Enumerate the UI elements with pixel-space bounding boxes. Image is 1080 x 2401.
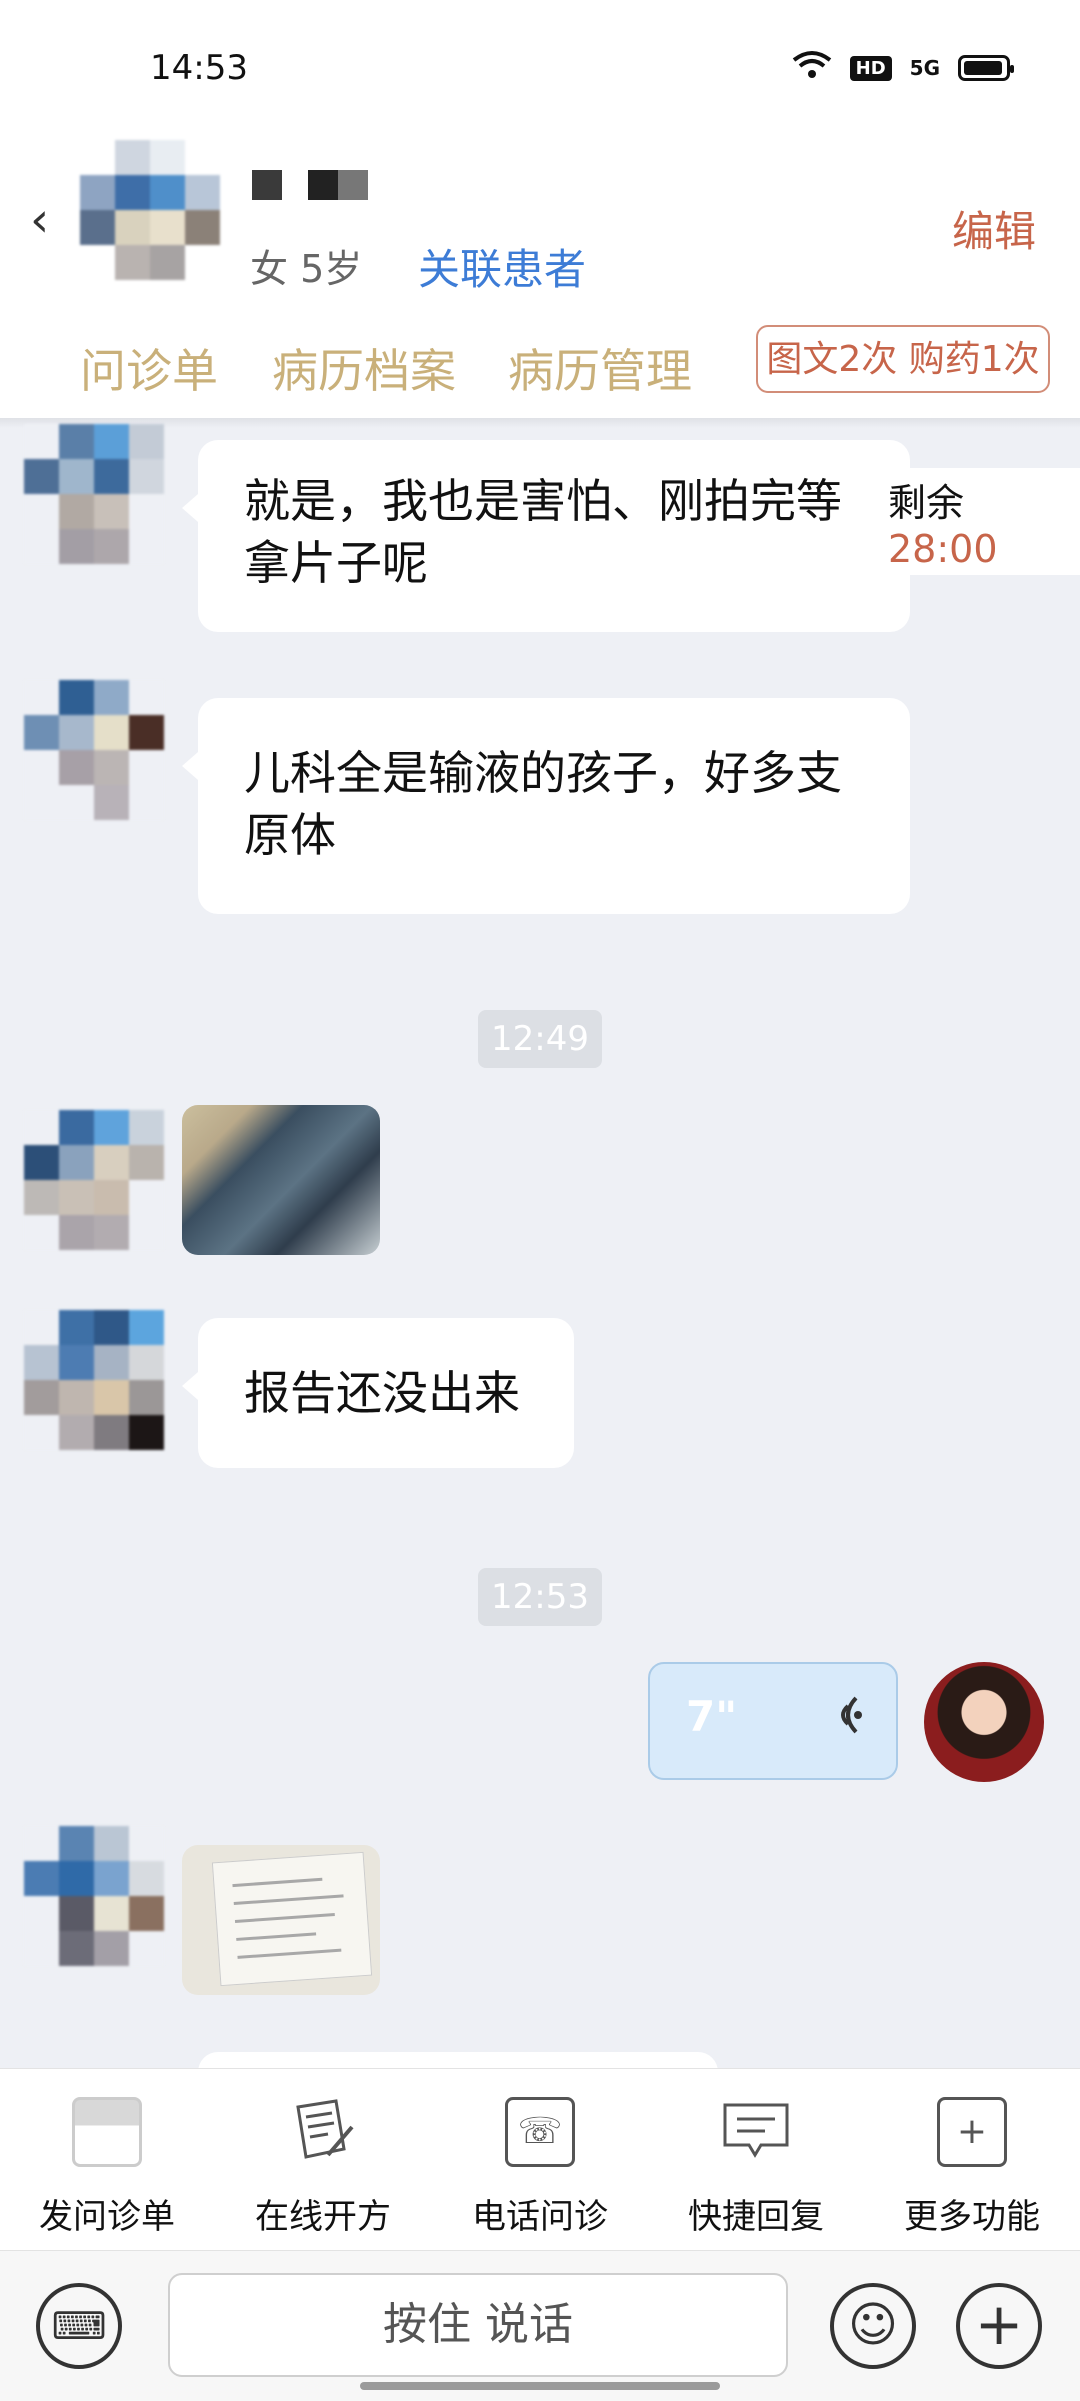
tool-label: 电话问诊 [472,2197,608,2237]
signal-5g-icon: 5G [909,56,940,80]
voice-duration: 7" [686,1692,738,1741]
tool-label: 在线开方 [255,2197,391,2237]
tool-label: 发问诊单 [39,2197,175,2237]
keyboard-icon[interactable]: ⌨ [36,2283,122,2369]
function-toolbar: 发问诊单 在线开方 ☏ 电话问诊 快捷回复 + 更多功能 [0,2068,1080,2251]
link-patient-button[interactable]: 关联患者 [418,236,586,297]
patient-avatar[interactable] [24,424,164,564]
doctor-avatar[interactable] [924,1662,1044,1782]
status-icons: HD 5G [792,50,1014,86]
timestamp: 12:49 [478,1010,602,1068]
prescription-icon [288,2097,358,2167]
message-bubble[interactable]: 就是，我也是害怕、刚拍完等拿片子呢 [182,440,910,632]
phone-icon: ☏ [505,2097,575,2167]
chat-image-xray[interactable] [182,1105,380,1255]
patient-avatar[interactable] [24,1110,164,1250]
wifi-icon [792,50,832,86]
quick-reply-icon [721,2097,791,2167]
back-icon[interactable]: ‹ [30,190,70,250]
patient-info: 女 5岁 [250,247,363,291]
hd-icon: HD [849,55,892,81]
form-icon [72,2097,142,2167]
battery-icon [958,55,1014,81]
plus-icon[interactable]: + [956,2283,1042,2369]
patient-avatar[interactable] [80,140,220,280]
tool-label: 更多功能 [904,2197,1040,2237]
more-functions-button[interactable]: + 更多功能 [872,2097,1072,2238]
message-bubble[interactable]: 儿科全是输液的孩子，好多支原体 [182,698,910,914]
quick-reply-button[interactable]: 快捷回复 [656,2097,856,2238]
input-bar: ⌨ 按住 说话 ☺ + [0,2250,1080,2401]
voice-wave-icon [826,1690,866,1751]
chat-image-report[interactable] [182,1845,380,1995]
tab-record-management[interactable]: 病历管理 [508,335,692,401]
countdown-time: 28:00 [888,527,998,571]
timestamp: 12:53 [478,1568,602,1626]
emoji-icon[interactable]: ☺ [830,2283,916,2369]
tab-consult-form[interactable]: 问诊单 [80,335,218,401]
online-prescription-button[interactable]: 在线开方 [223,2097,423,2238]
status-time: 14:53 [150,48,248,88]
patient-avatar[interactable] [24,680,164,820]
countdown: 剩余28:00 [870,468,1080,575]
edit-button[interactable]: 编辑 [952,198,1036,259]
service-count-badge[interactable]: 图文2次 购药1次 [756,325,1050,393]
voice-message[interactable]: 7" [648,1662,898,1780]
countdown-label: 剩余 [888,481,965,525]
patient-avatar[interactable] [24,1826,164,1966]
tab-medical-archive[interactable]: 病历档案 [272,335,456,401]
hold-to-talk-button[interactable]: 按住 说话 [168,2273,788,2377]
patient-name-masked [252,170,368,200]
tool-label: 快捷回复 [688,2197,824,2237]
send-consult-form-button[interactable]: 发问诊单 [7,2097,207,2238]
patient-avatar[interactable] [24,1310,164,1450]
home-indicator [360,2382,720,2390]
more-icon: + [937,2097,1007,2167]
message-bubble[interactable]: 报告还没出来 [182,1318,574,1468]
phone-consult-button[interactable]: ☏ 电话问诊 [440,2097,640,2238]
